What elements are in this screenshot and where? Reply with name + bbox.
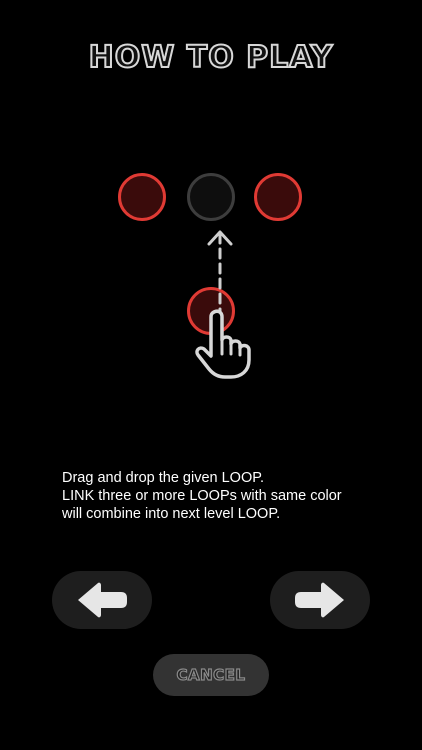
- instruction-line: will combine into next level LOOP.: [62, 506, 281, 522]
- loop-red-left: [118, 173, 166, 221]
- loop-red-right: [254, 173, 302, 221]
- page-title: HOW TO PLAY: [88, 39, 334, 76]
- arrow-right-icon: [295, 582, 344, 618]
- next-page-button[interactable]: [270, 571, 370, 629]
- loop-empty-target: [187, 173, 235, 221]
- instructions-text: Drag and drop the given LOOP. LINK three…: [62, 469, 392, 523]
- instruction-line: LINK three or more LOOPs with same color: [62, 488, 342, 504]
- hand-pointer-icon: [195, 309, 251, 379]
- tutorial-demo: [0, 150, 422, 410]
- cancel-button[interactable]: CANCEL: [153, 654, 269, 696]
- instruction-line: Drag and drop the given LOOP.: [62, 470, 265, 486]
- arrow-left-icon: [78, 582, 127, 618]
- previous-page-button[interactable]: [52, 571, 152, 629]
- cancel-button-label: CANCEL: [176, 665, 246, 684]
